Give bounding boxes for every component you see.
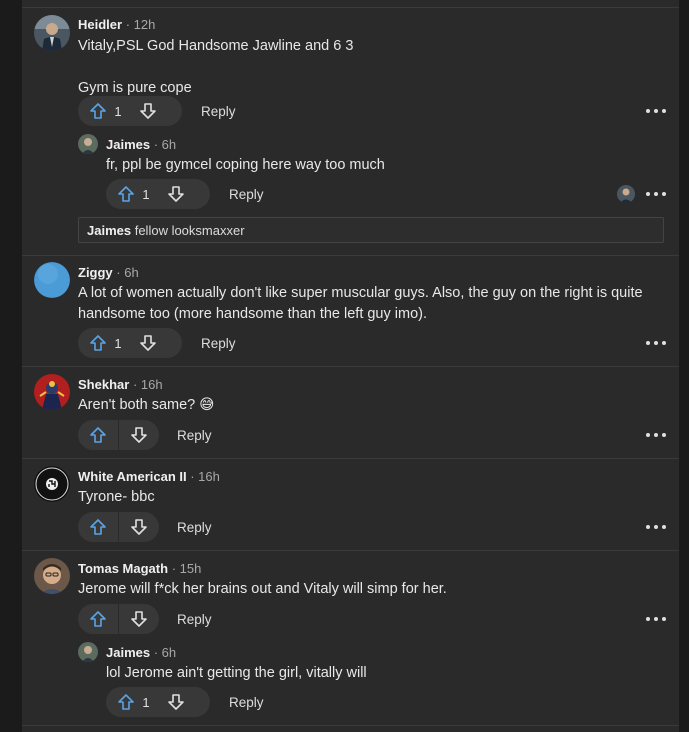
comment-time: · 16h bbox=[132, 377, 163, 392]
arrow-up-icon bbox=[118, 186, 134, 202]
comment-author[interactable]: Tomas Magath bbox=[78, 561, 168, 576]
reply-button[interactable]: Reply bbox=[229, 695, 264, 710]
comment-author[interactable]: Shekhar bbox=[78, 377, 129, 392]
arrow-down-icon bbox=[131, 519, 147, 535]
comment-time: · 6h bbox=[153, 137, 177, 152]
downvote-button[interactable] bbox=[119, 420, 159, 450]
comment-text: Tyrone- bbc bbox=[78, 489, 155, 505]
upvote-button[interactable] bbox=[78, 604, 118, 634]
more-options-button[interactable] bbox=[646, 104, 666, 118]
comment-text: A lot of women actually don't like super… bbox=[78, 285, 643, 322]
reply-input[interactable]: Jaimes fellow looksmaxxer bbox=[78, 217, 664, 243]
arrow-down-icon bbox=[140, 103, 156, 119]
reply-button[interactable]: Reply bbox=[229, 187, 264, 202]
divider bbox=[22, 725, 679, 726]
upvote-button[interactable] bbox=[78, 96, 118, 126]
more-options-button[interactable] bbox=[646, 336, 666, 350]
avatar-jaimes[interactable] bbox=[78, 134, 98, 154]
comment-text: Vitaly,PSL God Handsome Jawline and 6 3 … bbox=[78, 38, 354, 96]
arrow-up-icon bbox=[90, 335, 106, 351]
upvote-button[interactable] bbox=[106, 179, 146, 209]
arrow-up-icon bbox=[90, 519, 106, 535]
downvote-button[interactable] bbox=[128, 96, 168, 126]
divider bbox=[22, 458, 679, 459]
reply-button[interactable]: Reply bbox=[201, 336, 236, 351]
upvote-button[interactable] bbox=[78, 512, 118, 542]
comment-text: Aren't both same? 😅 bbox=[78, 397, 215, 413]
arrow-down-icon bbox=[131, 611, 147, 627]
reply-button[interactable]: Reply bbox=[177, 520, 212, 535]
downvote-button[interactable] bbox=[156, 687, 196, 717]
divider bbox=[22, 550, 679, 551]
comment-time: · 6h bbox=[116, 265, 139, 280]
reply-button[interactable]: Reply bbox=[177, 428, 212, 443]
downvote-button[interactable] bbox=[119, 512, 159, 542]
comment-author[interactable]: White American II bbox=[78, 469, 187, 484]
comment-author[interactable]: Jaimes bbox=[106, 137, 150, 152]
avatar-ziggy[interactable] bbox=[34, 262, 70, 298]
divider bbox=[22, 7, 679, 8]
more-options-button[interactable] bbox=[646, 428, 666, 442]
comment-text: fr, ppl be gymcel coping here way too mu… bbox=[106, 157, 385, 173]
downvote-button[interactable] bbox=[128, 328, 168, 358]
more-options-button[interactable] bbox=[646, 187, 666, 201]
reply-mention: Jaimes bbox=[87, 223, 132, 238]
more-options-button[interactable] bbox=[646, 520, 666, 534]
comment-time: · 12h bbox=[125, 17, 156, 32]
current-user-avatar[interactable] bbox=[617, 185, 635, 203]
upvote-button[interactable] bbox=[78, 420, 118, 450]
vote-group: 1 bbox=[106, 687, 210, 717]
arrow-up-icon bbox=[90, 427, 106, 443]
vote-group: 1 bbox=[106, 179, 210, 209]
downvote-button[interactable] bbox=[119, 604, 159, 634]
more-options-button[interactable] bbox=[646, 612, 666, 626]
arrow-down-icon bbox=[168, 694, 184, 710]
divider bbox=[22, 255, 679, 256]
reply-button[interactable]: Reply bbox=[201, 104, 236, 119]
reply-draft-text: fellow looksmaxxer bbox=[134, 223, 245, 238]
arrow-down-icon bbox=[140, 335, 156, 351]
reply-button[interactable]: Reply bbox=[177, 612, 212, 627]
comment-time: · 16h bbox=[190, 469, 220, 484]
scrollbar-track[interactable] bbox=[679, 0, 689, 732]
arrow-down-icon bbox=[131, 427, 147, 443]
comment-author[interactable]: Heidler bbox=[78, 17, 122, 32]
upvote-button[interactable] bbox=[106, 687, 146, 717]
comment-text: lol Jerome ain't getting the girl, vital… bbox=[106, 665, 367, 681]
comment-time: · 15h bbox=[171, 561, 202, 576]
vote-group bbox=[78, 604, 159, 634]
avatar-tomas-magath[interactable] bbox=[34, 558, 70, 594]
arrow-up-icon bbox=[90, 103, 106, 119]
comment-time: · 6h bbox=[153, 645, 177, 660]
arrow-down-icon bbox=[168, 186, 184, 202]
avatar-shekhar[interactable] bbox=[34, 374, 70, 410]
upvote-button[interactable] bbox=[78, 328, 118, 358]
vote-group: 1 bbox=[78, 96, 182, 126]
vote-group bbox=[78, 420, 159, 450]
avatar-jaimes[interactable] bbox=[78, 642, 98, 662]
comment-text: Jerome will f*ck her brains out and Vita… bbox=[78, 581, 447, 597]
divider bbox=[22, 366, 679, 367]
avatar-white-american[interactable] bbox=[34, 466, 70, 502]
avatar-heidler[interactable] bbox=[34, 15, 70, 51]
downvote-button[interactable] bbox=[156, 179, 196, 209]
comment-author[interactable]: Ziggy bbox=[78, 265, 113, 280]
comment-author[interactable]: Jaimes bbox=[106, 645, 150, 660]
vote-group: 1 bbox=[78, 328, 182, 358]
arrow-up-icon bbox=[118, 694, 134, 710]
arrow-up-icon bbox=[90, 611, 106, 627]
vote-group bbox=[78, 512, 159, 542]
